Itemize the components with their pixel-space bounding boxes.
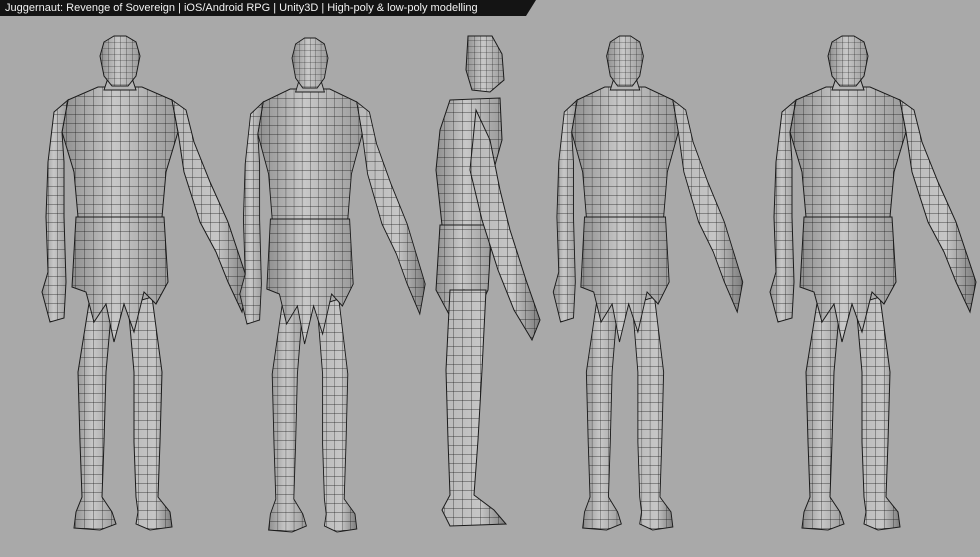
caption-text: Juggernaut: Revenge of Sovereign | iOS/A… xyxy=(5,2,478,14)
model-three-quarter-back-view xyxy=(552,35,744,531)
viewport: Juggernaut: Revenge of Sovereign | iOS/A… xyxy=(0,0,980,557)
model-front-view xyxy=(41,35,249,531)
model-turnaround xyxy=(41,35,977,533)
model-back-view xyxy=(769,35,977,531)
caption-bar: Juggernaut: Revenge of Sovereign | iOS/A… xyxy=(0,0,536,16)
model-three-quarter-front-view xyxy=(239,37,426,533)
model-side-view xyxy=(435,35,541,527)
